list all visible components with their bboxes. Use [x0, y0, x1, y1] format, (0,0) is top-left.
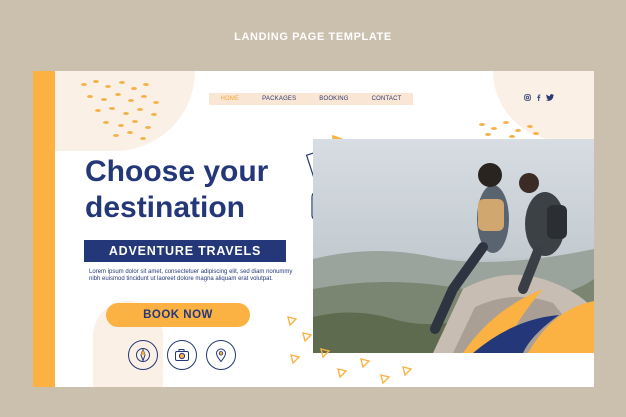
accent-stripe: [33, 71, 55, 387]
social-links: [524, 94, 554, 101]
twitter-icon[interactable]: [546, 94, 554, 101]
book-now-button[interactable]: BOOK NOW: [106, 303, 250, 327]
nav-packages[interactable]: PACKAGES: [262, 96, 296, 102]
nav-home[interactable]: HOME: [220, 96, 239, 102]
compass-icon: [128, 340, 158, 370]
triangle-confetti: [283, 303, 423, 387]
decor-blob-top: [55, 71, 195, 151]
landing-card: HOME PACKAGES BOOKING CONTACT Choose you…: [33, 71, 594, 387]
camera-icon: [167, 340, 197, 370]
template-caption: LANDING PAGE TEMPLATE: [234, 31, 392, 43]
nav-booking[interactable]: BOOKING: [319, 96, 348, 102]
hero-headline: Choose your destination: [85, 154, 325, 226]
headline-line-1: Choose your: [85, 155, 269, 188]
headline-line-2: destination: [85, 191, 246, 224]
nav-contact[interactable]: CONTACT: [372, 96, 402, 102]
top-navigation: HOME PACKAGES BOOKING CONTACT: [209, 93, 413, 105]
instagram-icon[interactable]: [524, 94, 531, 101]
facebook-icon[interactable]: [536, 94, 541, 101]
decor-blob-right: [493, 71, 594, 141]
hero-description: Lorem ipsum dolor sit amet, consectetuer…: [89, 269, 293, 282]
adventure-banner: ADVENTURE TRAVELS: [84, 240, 286, 262]
feature-icons: [128, 340, 236, 370]
map-pin-icon: [206, 340, 236, 370]
